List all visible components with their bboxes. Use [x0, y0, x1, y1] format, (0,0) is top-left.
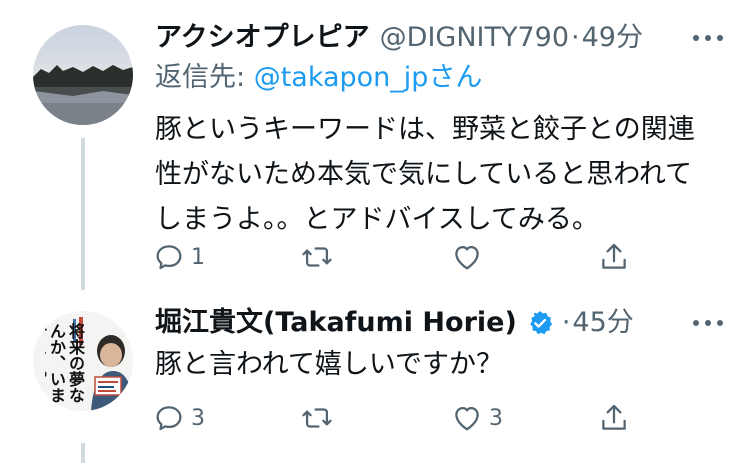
- avatar[interactable]: 将来の夢なんか、いま叶えろ。: [33, 311, 133, 411]
- tweet-text: 豚というキーワードは、野菜と餃子との関連 性がないため本気で気にしていると思われ…: [155, 107, 735, 242]
- like-button[interactable]: 3: [450, 398, 503, 438]
- verified-badge: [526, 309, 554, 337]
- book-cover-title: 将来の夢なんか、いま叶えろ。: [45, 323, 85, 403]
- share-upload-icon: [602, 404, 626, 430]
- reply-button[interactable]: 1: [152, 237, 205, 277]
- retweet-arrows-icon: [302, 408, 332, 428]
- share-upload-icon: [602, 243, 626, 269]
- speech-bubble-icon: [156, 245, 182, 270]
- timestamp[interactable]: 45分: [572, 303, 633, 343]
- tweet-actions: 1: [148, 237, 648, 277]
- replying-to-prefix: 返信先:: [155, 62, 254, 93]
- retweet-arrows-icon: [302, 247, 332, 267]
- timestamp[interactable]: 49分: [582, 18, 643, 58]
- separator-dot: ·: [571, 22, 580, 53]
- tweet-2[interactable]: 将来の夢なんか、いま叶えろ。 堀江貴文(Takafumi Horie) · 45…: [0, 290, 750, 463]
- tweet-header: アクシオプレピア @DIGNITY790 · 49分: [155, 18, 730, 58]
- retweet-button[interactable]: [300, 237, 339, 277]
- verified-badge-icon: [530, 311, 552, 335]
- avatar-image-lake: [33, 25, 133, 125]
- tweet-text: 豚と言われて嬉しいですか？: [155, 342, 735, 387]
- reply-mention-suffix: さん: [428, 62, 483, 93]
- share-button[interactable]: [597, 398, 631, 438]
- like-count: 3: [489, 405, 503, 431]
- tweet-text-line: 性がないため本気で気にしていると思われて: [155, 159, 693, 190]
- reply-mention-link[interactable]: @takapon_jp: [254, 62, 429, 93]
- share-button[interactable]: [597, 237, 631, 277]
- retweet-button[interactable]: [300, 398, 339, 438]
- replying-to: 返信先: @takapon_jpさん: [155, 58, 482, 98]
- separator-dot: ·: [561, 307, 571, 338]
- avatar[interactable]: [33, 25, 133, 125]
- tweet-text-line: 豚というキーワードは、野菜と餃子との関連: [155, 114, 695, 145]
- tweet-text-line: しまうよ。。とアドバイスしてみる。: [155, 204, 599, 235]
- reply-count: 1: [191, 244, 205, 270]
- heart-icon: [455, 406, 479, 431]
- like-button[interactable]: [450, 237, 489, 277]
- tweet-actions: 3 3: [148, 398, 648, 438]
- more-options-button[interactable]: [688, 303, 728, 343]
- display-name[interactable]: アクシオプレピア: [155, 18, 370, 58]
- user-handle[interactable]: @DIGNITY790: [380, 18, 569, 58]
- thread-connector-line: [81, 443, 85, 463]
- tweet-text-line: 豚と言われて嬉しいですか？: [155, 349, 504, 380]
- speech-bubble-icon: [156, 406, 182, 431]
- tweet-header: 堀江貴文(Takafumi Horie) · 45分: [155, 303, 730, 343]
- three-dots-icon: [693, 320, 723, 326]
- more-options-button[interactable]: [688, 18, 728, 58]
- reply-count: 3: [191, 405, 205, 431]
- tweet-1[interactable]: アクシオプレピア @DIGNITY790 · 49分 返信先: @takapon…: [0, 0, 750, 290]
- display-name[interactable]: 堀江貴文(Takafumi Horie): [155, 303, 517, 343]
- reply-button[interactable]: 3: [152, 398, 205, 438]
- heart-icon: [455, 245, 479, 270]
- three-dots-icon: [693, 35, 723, 41]
- thread-connector-line: [81, 138, 85, 290]
